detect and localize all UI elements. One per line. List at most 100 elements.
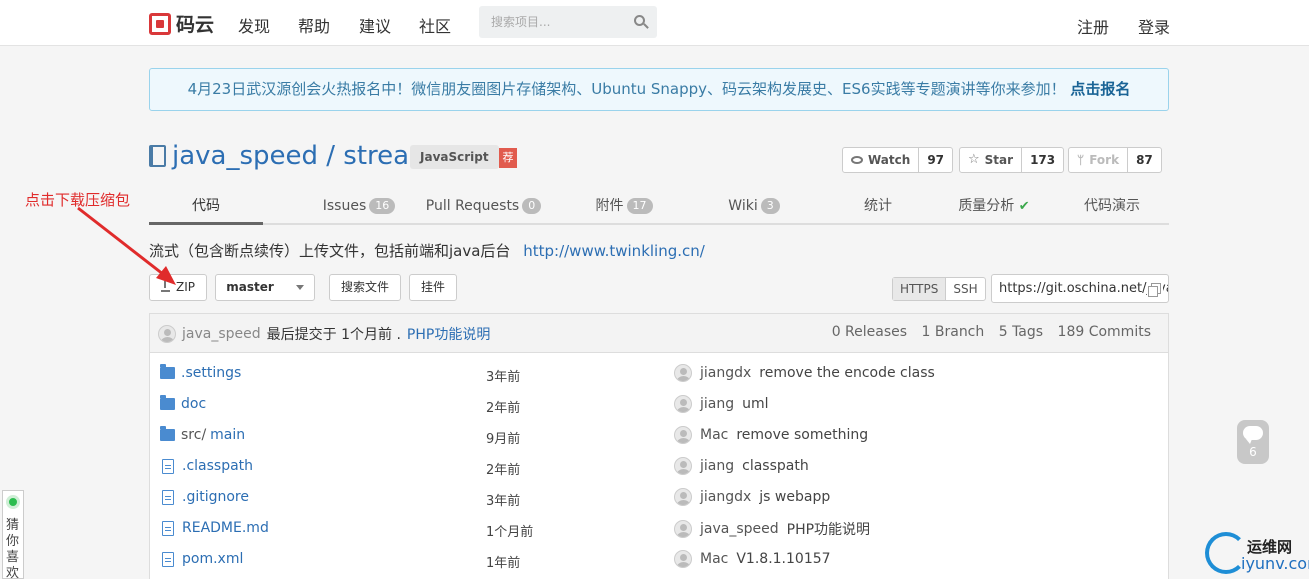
commit-author[interactable]: jiangdx: [700, 489, 751, 505]
commit-author[interactable]: jiangdx: [700, 365, 751, 381]
commit-author[interactable]: jiang: [700, 396, 734, 412]
file-name: README.md: [182, 520, 269, 536]
clone-url-text: https://git.oschina.net/java_speed/strea…: [999, 281, 1168, 296]
file-icon: [162, 520, 174, 536]
issues-count-badge: 16: [369, 198, 396, 214]
releases-link[interactable]: 0 Releases: [832, 324, 907, 340]
branch-select[interactable]: master: [215, 274, 315, 301]
tab-wiki[interactable]: Wiki 3: [719, 188, 789, 225]
project-search: [479, 6, 657, 38]
announcement-banner: 4月23日武汉源创会火热报名中！微信朋友圈图片存储架构、Ubuntu Snapp…: [149, 68, 1169, 111]
file-name-link[interactable]: src/ main: [160, 426, 245, 443]
homepage-link[interactable]: http://www.twinkling.cn/: [523, 242, 705, 260]
commit-author[interactable]: Mac: [700, 427, 728, 443]
clone-url-field[interactable]: https://git.oschina.net/java_speed/strea…: [991, 274, 1169, 303]
https-toggle[interactable]: HTTPS: [893, 278, 947, 300]
chevron-down-icon: [295, 285, 304, 290]
feedback-widget[interactable]: 6: [1237, 420, 1269, 464]
commit-message[interactable]: remove something: [736, 427, 868, 443]
commit-message-link[interactable]: PHP功能说明: [407, 324, 490, 344]
file-name-link[interactable]: .settings: [160, 364, 242, 381]
commit-message[interactable]: PHP功能说明: [787, 519, 870, 539]
star-button-group: ☆ Star 173: [959, 147, 1065, 173]
star-button[interactable]: ☆ Star: [960, 148, 1021, 172]
widget-button[interactable]: 挂件: [409, 274, 457, 301]
commit-message[interactable]: classpath: [742, 458, 809, 474]
ssh-toggle[interactable]: SSH: [946, 278, 984, 300]
commit-author-link[interactable]: java_speed: [182, 326, 261, 342]
copy-icon[interactable]: [1147, 281, 1163, 297]
search-input[interactable]: [479, 6, 619, 38]
annotation-arrow-icon: [77, 206, 176, 285]
nav-help[interactable]: 帮助: [298, 13, 330, 37]
commit-message[interactable]: uml: [742, 396, 768, 412]
branches-link[interactable]: 1 Branch: [922, 324, 985, 340]
file-time: 2年前: [486, 463, 521, 478]
commit-author[interactable]: Mac: [700, 551, 728, 567]
file-name: .settings: [181, 365, 242, 381]
last-commit-bar: java_speed 最后提交于 1个月前 . PHP功能说明 0 Releas…: [150, 314, 1168, 353]
tab-stats[interactable]: 统计: [849, 188, 907, 225]
commit-author[interactable]: jiang: [700, 458, 734, 474]
file-time: 3年前: [486, 494, 521, 509]
announcement-link[interactable]: 点击报名: [1070, 80, 1130, 98]
file-name-link[interactable]: .classpath: [160, 458, 253, 474]
commit-message[interactable]: js webapp: [759, 489, 830, 505]
tab-code-demo[interactable]: 代码演示: [1077, 188, 1147, 225]
avatar: [674, 364, 692, 382]
file-name: .gitignore: [182, 489, 249, 505]
fork-button[interactable]: ᛘ Fork: [1069, 148, 1127, 172]
tab-demo-label: 代码演示: [1084, 198, 1140, 214]
guess-you-like-widget[interactable]: 猜你喜欢: [2, 490, 24, 579]
avatar: [674, 426, 692, 444]
avatar: [674, 395, 692, 413]
watch-button[interactable]: Watch: [843, 148, 918, 172]
watermark-en: iyunv.com: [1241, 554, 1309, 573]
table-row: src/ main 9月前 Mac remove something: [150, 421, 1168, 452]
commit-author[interactable]: java_speed: [700, 521, 779, 537]
pulls-count-badge: 0: [522, 198, 542, 214]
table-row: README.md 1个月前 java_speed PHP功能说明: [150, 514, 1168, 545]
nav-community[interactable]: 社区: [419, 13, 451, 37]
commit-time-text: 最后提交于 1个月前 .: [266, 327, 401, 343]
last-commit-info: java_speed 最后提交于 1个月前 . PHP功能说明: [158, 324, 490, 344]
file-name-link[interactable]: README.md: [160, 520, 269, 536]
tab-quality[interactable]: 质量分析 ✔: [949, 188, 1039, 225]
file-commit: java_speed PHP功能说明: [674, 519, 870, 539]
branch-label: master: [226, 280, 274, 294]
file-name-link[interactable]: .gitignore: [160, 489, 249, 505]
file-name-link[interactable]: pom.xml: [160, 551, 243, 567]
commit-message[interactable]: remove the encode class: [759, 365, 935, 381]
file-name-link[interactable]: doc: [160, 395, 207, 412]
register-link[interactable]: 注册: [1077, 14, 1109, 38]
search-files-button[interactable]: 搜索文件: [329, 274, 401, 301]
fork-count[interactable]: 87: [1127, 148, 1161, 172]
tags-link[interactable]: 5 Tags: [999, 324, 1043, 340]
commits-link[interactable]: 189 Commits: [1058, 324, 1151, 340]
commit-message[interactable]: V1.8.1.10157: [736, 551, 830, 567]
search-icon[interactable]: [634, 15, 645, 26]
repo-description: 流式（包含断点续传）上传文件，包括前端和java后台 http://www.tw…: [149, 240, 705, 261]
tab-issues[interactable]: Issues 16: [289, 188, 429, 225]
file-commit: Mac remove something: [674, 426, 868, 444]
table-row: .classpath 2年前 jiang classpath: [150, 452, 1168, 483]
file-commit: jiangdx js webapp: [674, 488, 830, 506]
repo-name-link[interactable]: java_speed / stream: [172, 141, 434, 171]
avatar: [674, 550, 692, 568]
file-commit: jiang classpath: [674, 457, 809, 475]
file-commit: jiangdx remove the encode class: [674, 364, 935, 382]
login-link[interactable]: 登录: [1138, 14, 1170, 38]
tab-pull-requests[interactable]: Pull Requests 0: [421, 188, 546, 225]
file-icon: [162, 489, 174, 505]
file-time: 3年前: [486, 370, 521, 385]
nav-discover[interactable]: 发现: [238, 13, 270, 37]
watch-count[interactable]: 97: [918, 148, 952, 172]
star-count[interactable]: 173: [1021, 148, 1063, 172]
tab-attachments[interactable]: 附件 17: [589, 188, 659, 225]
guess-you-like-label: 猜你喜欢: [6, 518, 20, 579]
language-badge[interactable]: JavaScript: [410, 145, 499, 169]
watch-button-group: Watch 97: [842, 147, 954, 173]
file-name: doc: [181, 396, 207, 412]
check-icon: ✔: [1018, 199, 1030, 214]
nav-suggest[interactable]: 建议: [359, 13, 391, 37]
